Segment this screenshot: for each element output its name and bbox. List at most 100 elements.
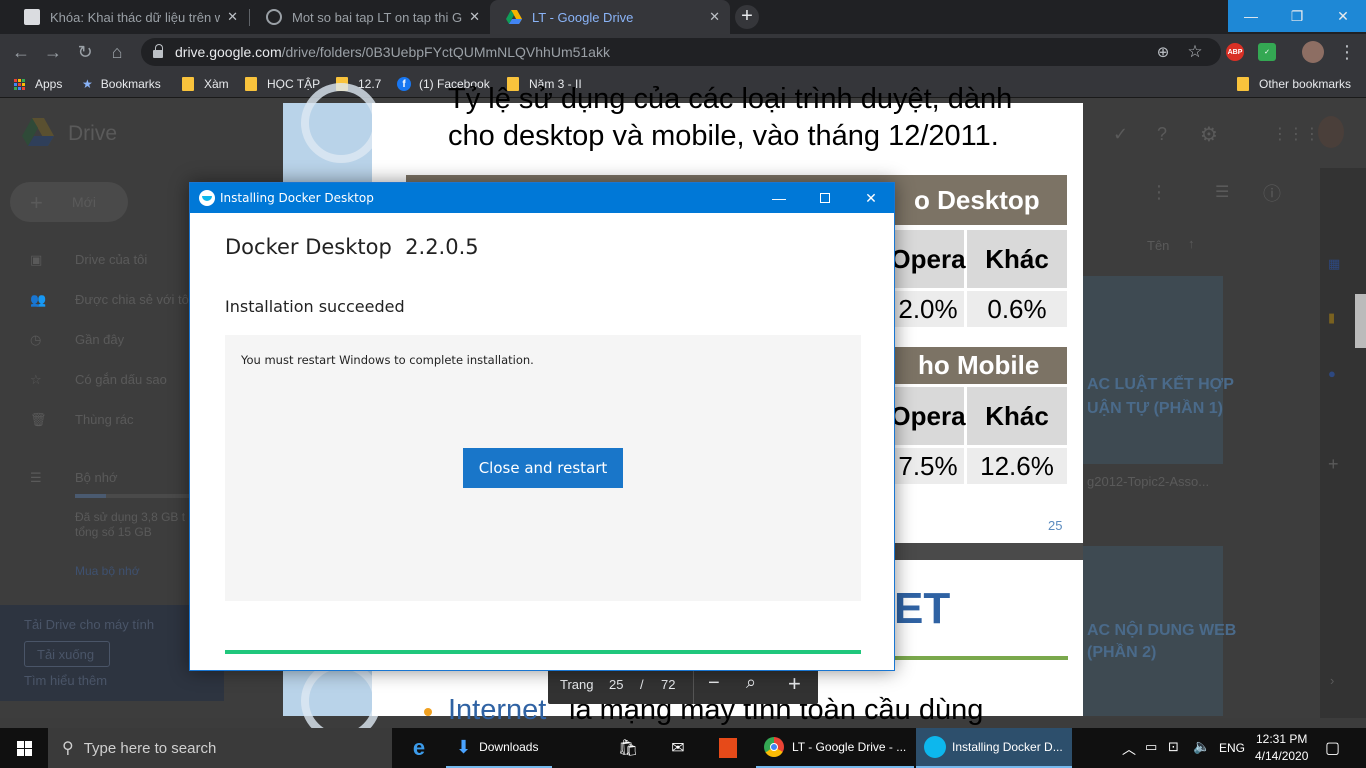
slide2-title: ET [894, 584, 951, 633]
reload-button[interactable]: ↻ [73, 40, 97, 64]
file-thumbnail-1[interactable]: AC LUẬT KẾT HỢP UẬN TỰ (PHẦN 1) [1083, 276, 1234, 464]
add-page-button[interactable]: ⊕ [1151, 40, 1175, 64]
taskbar-item-label: Installing Docker D... [952, 740, 1063, 754]
taskbar-office[interactable] [708, 728, 748, 768]
tray-chevron-icon[interactable]: ︿ [1122, 739, 1136, 759]
home-button[interactable]: ⌂ [105, 40, 129, 64]
taskbar-mail[interactable]: ✉ [658, 728, 698, 768]
dialog-maximize-button[interactable] [802, 183, 848, 213]
info-icon[interactable]: ⓘ [1263, 180, 1281, 206]
dialog-titlebar[interactable]: Installing Docker Desktop — ✕ [190, 183, 894, 213]
browser-tab-3-active[interactable]: LT - Google Drive ✕ [490, 0, 730, 34]
tasks-icon[interactable]: ● [1328, 366, 1336, 381]
desktop-col-other: Khác [967, 230, 1067, 288]
page-icon [24, 9, 40, 25]
taskbar-search-box[interactable]: ⚲ Type here to search [48, 728, 392, 768]
abp-icon: ABP [1227, 48, 1243, 56]
network-icon[interactable]: ⊡ [1168, 739, 1179, 755]
slide-line-1: Tỷ lệ sử dụng của các loại trình duyệt, … [448, 83, 1013, 115]
close-icon[interactable]: ✕ [469, 9, 480, 25]
new-button-label: Mới [72, 194, 96, 210]
taskbar-downloads[interactable]: ⬇ Downloads [446, 728, 552, 768]
close-and-restart-button[interactable]: Close and restart [463, 448, 623, 488]
gear-icon[interactable]: ⚙ [1200, 122, 1218, 147]
nav-trash[interactable]: Thùng rác [75, 412, 134, 427]
dialog-close-button[interactable]: ✕ [848, 183, 894, 213]
bookmark-xam[interactable]: Xàm [182, 75, 229, 93]
back-button[interactable]: ← [9, 40, 33, 64]
chrome-menu-button[interactable]: ⋮ [1335, 40, 1359, 64]
language-indicator[interactable]: ENG [1219, 741, 1245, 755]
nav-shared[interactable]: Được chia sẻ với tôi [75, 292, 190, 307]
add-addon-icon[interactable]: + [1328, 454, 1339, 475]
profile-avatar[interactable] [1302, 41, 1324, 63]
zoom-out-icon[interactable]: − [708, 672, 720, 695]
address-bar[interactable]: drive.google.com/drive/folders/0B3UebpFY… [141, 38, 1221, 66]
bookmark-label: Other bookmarks [1259, 77, 1352, 91]
install-status: Installation succeeded [225, 297, 405, 316]
chevron-right-icon[interactable]: › [1330, 673, 1334, 688]
minimize-icon: — [1244, 8, 1258, 24]
zoom-in-icon[interactable]: + [788, 671, 801, 697]
tab-label: Khóa: Khai thác dữ liệu trên web [50, 9, 220, 25]
clock-date[interactable]: 4/14/2020 [1255, 749, 1308, 763]
keep-icon[interactable]: ▮ [1328, 310, 1335, 326]
taskbar-chrome[interactable]: LT - Google Drive - ... [756, 728, 914, 768]
bookmark-hoc-tap[interactable]: HỌC TẬP [245, 75, 320, 93]
sort-name-label[interactable]: Tên [1147, 238, 1169, 253]
promo-learn-link[interactable]: Tìm hiểu thêm [24, 673, 107, 688]
battery-icon[interactable]: ▭ [1145, 739, 1157, 755]
close-icon: ✕ [865, 189, 877, 206]
page-total: 72 [661, 677, 676, 692]
file-thumbnail-2[interactable]: AC NỘI DUNG WEB (PHẦN 2) [1083, 546, 1236, 716]
check-circle-icon[interactable]: ✓ [1113, 124, 1128, 145]
slide-line-2: cho desktop và mobile, vào tháng 12/2011… [448, 120, 999, 152]
bookmark-star-button[interactable]: ☆ [1183, 40, 1207, 64]
close-icon[interactable]: ✕ [709, 9, 720, 25]
browser-tab-1[interactable]: Khóa: Khai thác dữ liệu trên web ✕ [8, 0, 248, 34]
cell-text: 0.6% [987, 293, 1047, 324]
promo-download-button[interactable]: Tải xuống [24, 641, 110, 667]
new-button[interactable]: + Mới [10, 182, 128, 222]
bookmark-apps[interactable]: Apps [14, 75, 62, 93]
volume-icon[interactable]: 🔈 [1193, 738, 1210, 755]
close-window-button[interactable]: ✕ [1320, 0, 1366, 32]
bookmark-bookmarks[interactable]: ★ Bookmarks [82, 75, 161, 93]
apps-icon[interactable]: ⋮⋮⋮ [1272, 124, 1320, 144]
browser-toolbar: ← → ↻ ⌂ drive.google.com/drive/folders/0… [0, 34, 1366, 70]
browser-tab-2[interactable]: Mot so bai tap LT on tap thi GK.p ✕ [250, 0, 490, 34]
docker-whale-icon [199, 190, 215, 206]
close-icon[interactable]: ✕ [227, 9, 238, 25]
browser-tab-strip: Khóa: Khai thác dữ liệu trên web ✕ Mot s… [0, 0, 1366, 34]
help-icon[interactable]: ? [1157, 124, 1167, 145]
action-center-icon[interactable]: ▢ [1325, 738, 1340, 758]
nav-starred[interactable]: Có gắn dấu sao [75, 372, 167, 387]
maximize-window-button[interactable]: ❐ [1274, 0, 1320, 32]
account-avatar[interactable] [1318, 116, 1344, 148]
clock-time[interactable]: 12:31 PM [1256, 732, 1307, 746]
shield-extension[interactable]: ✓ [1258, 43, 1276, 61]
office-icon [719, 738, 737, 758]
taskbar-store[interactable]: 🛍 [608, 728, 648, 768]
new-tab-button[interactable]: + [735, 5, 759, 29]
zoom-icon[interactable]: ⌕ [746, 672, 756, 693]
more-vert-icon[interactable]: ⋮ [1150, 182, 1168, 203]
mobile-other-value: 12.6% [967, 448, 1067, 484]
calendar-icon[interactable]: ▦ [1328, 256, 1340, 272]
list-view-icon[interactable]: ☰ [1215, 182, 1229, 202]
nav-recent[interactable]: Gần đây [75, 332, 124, 347]
buy-storage-link[interactable]: Mua bộ nhớ [75, 564, 140, 578]
other-bookmarks[interactable]: Other bookmarks [1237, 75, 1351, 93]
taskbar-docker[interactable]: Installing Docker D... [916, 728, 1072, 768]
minimize-window-button[interactable]: — [1228, 0, 1274, 32]
cell-text: 12.6% [980, 450, 1054, 481]
dialog-minimize-button[interactable]: — [756, 183, 802, 213]
plus-icon: + [30, 190, 43, 215]
nav-my-drive[interactable]: Drive của tôi [75, 252, 147, 267]
adblock-plus-extension[interactable]: ABP [1226, 43, 1244, 61]
scrollbar-thumb[interactable] [1355, 294, 1366, 348]
taskbar-edge[interactable]: e [400, 728, 438, 768]
forward-button[interactable]: → [41, 40, 65, 64]
page-current-input[interactable]: 25 [609, 677, 623, 692]
start-button[interactable] [0, 728, 48, 768]
